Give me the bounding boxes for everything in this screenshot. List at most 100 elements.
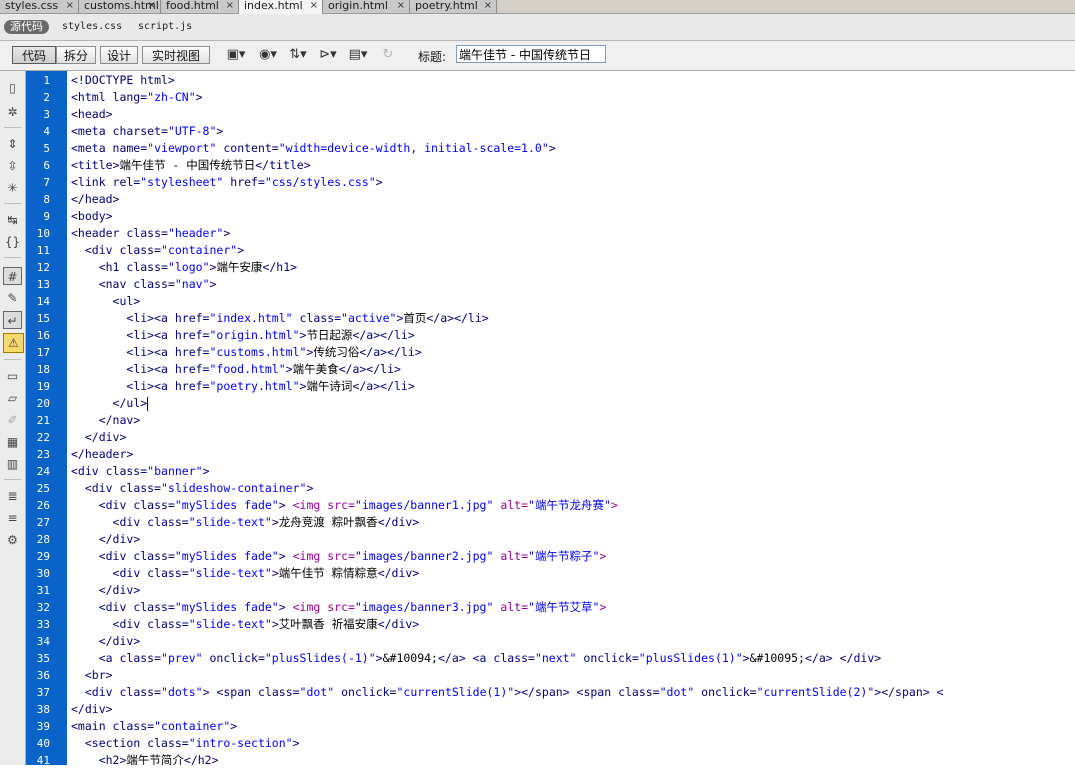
- related-file-script-js[interactable]: script.js: [138, 21, 192, 32]
- code-line[interactable]: <link rel="stylesheet" href="css/styles.…: [71, 174, 383, 191]
- line-number: 38: [36, 703, 50, 716]
- code-line[interactable]: <nav class="nav">: [71, 276, 217, 293]
- code-line[interactable]: <li><a href="food.html">端午美食</a></li>: [71, 361, 401, 378]
- close-icon[interactable]: ×: [310, 0, 318, 12]
- code-line[interactable]: <head>: [71, 106, 113, 123]
- refresh-icon[interactable]: ↻: [378, 46, 398, 64]
- source-code-button[interactable]: 源代码: [4, 20, 49, 34]
- toolbar-divider: [4, 127, 21, 128]
- code-line[interactable]: <meta name="viewport" content="width=dev…: [71, 140, 556, 157]
- file-management-icon[interactable]: ⇅▾: [288, 46, 308, 64]
- line-number: 12: [36, 261, 50, 274]
- line-number: 27: [36, 516, 50, 529]
- line-number: 14: [36, 295, 50, 308]
- tab-food-html[interactable]: food.html ×: [161, 0, 239, 13]
- code-line[interactable]: <title>端午佳节 - 中国传统节日</title>: [71, 157, 311, 174]
- code-line[interactable]: </ul>: [71, 395, 149, 412]
- code-line[interactable]: </div>: [71, 531, 141, 548]
- line-number: 9: [43, 210, 50, 223]
- code-view-button[interactable]: 代码: [12, 46, 56, 64]
- live-view-button[interactable]: 实时视图: [142, 46, 210, 64]
- line-number: 11: [36, 244, 50, 257]
- line-number: 2: [43, 91, 50, 104]
- code-line[interactable]: <body>: [71, 208, 113, 225]
- tab-origin-html[interactable]: origin.html ×: [323, 0, 410, 13]
- design-view-button[interactable]: 设计: [100, 46, 138, 64]
- related-file-styles-css[interactable]: styles.css: [62, 21, 122, 32]
- code-line[interactable]: <div class="mySlides fade"> <img src="im…: [71, 497, 618, 514]
- code-line[interactable]: </div>: [71, 701, 113, 718]
- code-line[interactable]: <html lang="zh-CN">: [71, 89, 203, 106]
- code-line[interactable]: <main class="container">: [71, 718, 237, 735]
- line-number: 41: [36, 754, 50, 767]
- preview-browser-icon[interactable]: ◉▾: [258, 46, 278, 64]
- line-number: 16: [36, 329, 50, 342]
- line-number: 22: [36, 431, 50, 444]
- line-number: 36: [36, 669, 50, 682]
- code-line[interactable]: </div>: [71, 582, 141, 599]
- close-icon[interactable]: ×: [148, 0, 156, 12]
- line-number: 3: [43, 108, 50, 121]
- code-line[interactable]: <h1 class="logo">端午安康</h1>: [71, 259, 297, 276]
- code-line[interactable]: </header>: [71, 446, 133, 463]
- code-line[interactable]: </div>: [71, 429, 127, 446]
- code-line[interactable]: <ul>: [71, 293, 141, 310]
- code-line[interactable]: <div class="mySlides fade"> <img src="im…: [71, 599, 607, 616]
- code-line[interactable]: <div class="slide-text">艾叶飘香 祈福安康</div>: [71, 616, 420, 633]
- code-line[interactable]: <li><a href="customs.html">传统习俗</a></li>: [71, 344, 421, 361]
- document-title-input[interactable]: [456, 45, 606, 63]
- tab-index-html[interactable]: index.html ×: [239, 0, 323, 14]
- code-line[interactable]: <meta charset="UTF-8">: [71, 123, 223, 140]
- code-line[interactable]: <div class="container">: [71, 242, 244, 259]
- split-view-button[interactable]: 拆分: [56, 46, 96, 64]
- line-number: 21: [36, 414, 50, 427]
- code-line[interactable]: <div class="slide-text">端午佳节 粽情粽意</div>: [71, 565, 420, 582]
- code-line[interactable]: <li><a href="index.html" class="active">…: [71, 310, 488, 327]
- code-line[interactable]: </head>: [71, 191, 119, 208]
- tab-label: styles.css: [5, 0, 59, 12]
- code-line[interactable]: </nav>: [71, 412, 141, 429]
- toolbar-divider: [4, 479, 21, 480]
- close-icon[interactable]: ×: [484, 0, 492, 12]
- line-number: 39: [36, 720, 50, 733]
- code-line[interactable]: <div class="mySlides fade"> <img src="im…: [71, 548, 607, 565]
- code-editor[interactable]: <!DOCTYPE html> <html lang="zh-CN"> <head>…: [67, 71, 1075, 765]
- code-line[interactable]: <header class="header">: [71, 225, 230, 242]
- tab-customs-html[interactable]: customs.html ×: [79, 0, 161, 13]
- toolbar-divider: [4, 257, 21, 258]
- tab-label: index.html: [244, 0, 303, 12]
- close-icon[interactable]: ×: [397, 0, 405, 12]
- close-icon[interactable]: ×: [226, 0, 234, 12]
- toolbar-divider: [4, 203, 21, 204]
- code-line[interactable]: <div class="slideshow-container">: [71, 480, 314, 497]
- line-number: 1: [43, 74, 50, 87]
- visual-aids-icon[interactable]: ▤▾: [348, 46, 368, 64]
- code-line[interactable]: </div>: [71, 633, 141, 650]
- tab-label: origin.html: [328, 0, 388, 12]
- line-number: 30: [36, 567, 50, 580]
- tab-styles-css[interactable]: styles.css ×: [0, 0, 79, 13]
- line-number: 40: [36, 737, 50, 750]
- line-number: 29: [36, 550, 50, 563]
- code-line[interactable]: <h2>端午节简介</h2>: [71, 752, 219, 765]
- code-line[interactable]: <section class="intro-section">: [71, 735, 300, 752]
- close-icon[interactable]: ×: [66, 0, 74, 12]
- line-number: 4: [43, 125, 50, 138]
- code-line[interactable]: <div class="banner">: [71, 463, 210, 480]
- tab-poetry-html[interactable]: poetry.html ×: [410, 0, 497, 13]
- debug-icon[interactable]: ⊳▾: [318, 46, 338, 64]
- code-line[interactable]: <!DOCTYPE html>: [71, 72, 175, 89]
- line-number: 34: [36, 635, 50, 648]
- line-number: 17: [36, 346, 50, 359]
- line-number: 10: [36, 227, 50, 240]
- code-line[interactable]: <div class="dots"> <span class="dot" onc…: [71, 684, 944, 701]
- multiscreen-icon[interactable]: ▣▾: [226, 46, 246, 64]
- code-line[interactable]: <a class="prev" onclick="plusSlides(-1)"…: [71, 650, 881, 667]
- line-number: 20: [36, 397, 50, 410]
- document-tab-bar: styles.css × customs.html × food.html × index.…: [0, 0, 1075, 14]
- line-number: 5: [43, 142, 50, 155]
- code-line[interactable]: <div class="slide-text">龙舟竞渡 粽叶飘香</div>: [71, 514, 420, 531]
- code-line[interactable]: <li><a href="origin.html">节日起源</a></li>: [71, 327, 414, 344]
- code-line[interactable]: <li><a href="poetry.html">端午诗词</a></li>: [71, 378, 414, 395]
- code-line[interactable]: <br>: [71, 667, 113, 684]
